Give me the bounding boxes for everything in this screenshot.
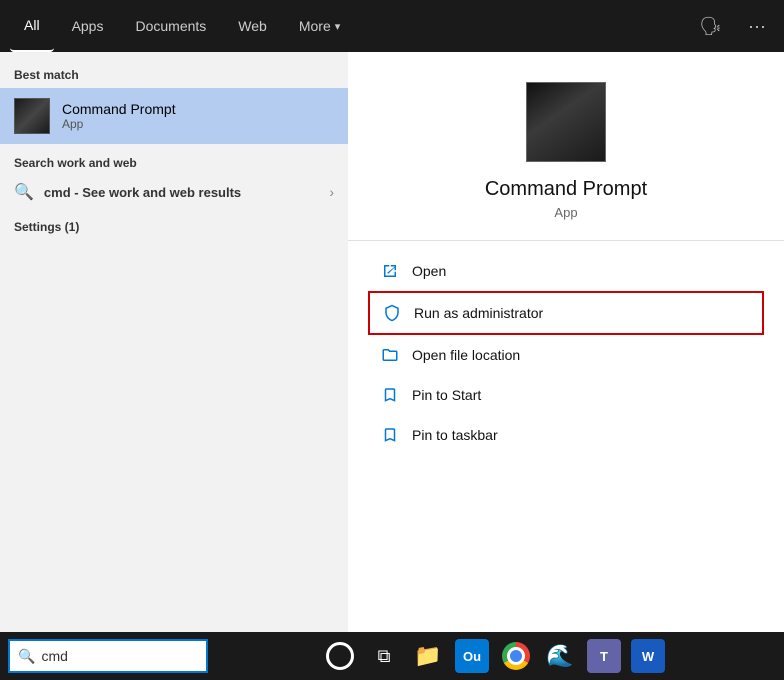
taskbar-search-icon: 🔍 bbox=[18, 648, 35, 665]
taskview-icon: ⧉ bbox=[378, 646, 391, 667]
search-work-label: Search work and web bbox=[0, 146, 348, 174]
right-panel: Command Prompt App Open Ru bbox=[348, 52, 784, 672]
tab-all[interactable]: All bbox=[10, 0, 54, 52]
open-icon bbox=[380, 261, 400, 281]
action-pin-taskbar[interactable]: Pin to taskbar bbox=[368, 415, 764, 455]
action-list: Open Run as administrator Open fil bbox=[348, 251, 784, 455]
divider bbox=[348, 240, 784, 241]
search-web-item[interactable]: 🔍 cmd - See work and web results › bbox=[0, 174, 348, 210]
edge-icon: 🌊 bbox=[546, 643, 573, 669]
taskbar-file-explorer[interactable]: 📁 bbox=[408, 636, 448, 676]
action-run-admin[interactable]: Run as administrator bbox=[368, 291, 764, 335]
teams-icon: T bbox=[587, 639, 621, 673]
tab-apps[interactable]: Apps bbox=[58, 0, 118, 52]
chrome-icon bbox=[502, 642, 530, 670]
chevron-down-icon: ▾ bbox=[335, 20, 341, 33]
best-match-text: Command Prompt App bbox=[62, 101, 176, 131]
tab-documents[interactable]: Documents bbox=[121, 0, 220, 52]
tab-more[interactable]: More ▾ bbox=[285, 0, 354, 52]
left-panel: Best match Command Prompt App Search wor… bbox=[0, 52, 348, 672]
taskbar-word[interactable]: W bbox=[628, 636, 668, 676]
taskbar-teams[interactable]: T bbox=[584, 636, 624, 676]
best-match-app-type: App bbox=[62, 117, 176, 131]
nav-right-icons: 🗣 ··· bbox=[691, 12, 774, 41]
admin-icon bbox=[382, 303, 402, 323]
action-open-label: Open bbox=[412, 263, 446, 279]
app-title: Command Prompt bbox=[485, 178, 647, 201]
person-icon[interactable]: 🗣 bbox=[691, 12, 730, 41]
search-icon: 🔍 bbox=[14, 182, 34, 202]
taskbar-taskview-button[interactable]: ⧉ bbox=[364, 636, 404, 676]
action-pin-start-label: Pin to Start bbox=[412, 387, 481, 403]
ellipsis-icon[interactable]: ··· bbox=[740, 12, 774, 41]
tab-web[interactable]: Web bbox=[224, 0, 281, 52]
action-pin-start[interactable]: Pin to Start bbox=[368, 375, 764, 415]
action-run-admin-label: Run as administrator bbox=[414, 305, 543, 321]
top-navigation: All Apps Documents Web More ▾ 🗣 ··· bbox=[0, 0, 784, 52]
action-pin-taskbar-label: Pin to taskbar bbox=[412, 427, 498, 443]
best-match-item[interactable]: Command Prompt App bbox=[0, 88, 348, 144]
file-explorer-icon: 📁 bbox=[414, 643, 441, 669]
file-location-icon bbox=[380, 345, 400, 365]
pin-start-icon bbox=[380, 385, 400, 405]
start-icon bbox=[326, 642, 354, 670]
taskbar-search-box[interactable]: 🔍 cmd bbox=[8, 639, 208, 673]
pin-taskbar-icon bbox=[380, 425, 400, 445]
taskbar: 🔍 cmd ⧉ 📁 Ou 🌊 T bbox=[0, 632, 784, 680]
taskbar-start-button[interactable] bbox=[320, 636, 360, 676]
command-prompt-icon bbox=[14, 98, 50, 134]
chevron-right-icon: › bbox=[329, 184, 334, 200]
search-web-text: cmd - See work and web results bbox=[44, 185, 241, 200]
app-subtitle: App bbox=[554, 205, 577, 220]
word-icon: W bbox=[631, 639, 665, 673]
outlook-icon: Ou bbox=[455, 639, 489, 673]
settings-label: Settings (1) bbox=[0, 210, 348, 238]
app-icon-large bbox=[526, 82, 606, 162]
best-match-app-name: Command Prompt bbox=[62, 101, 176, 117]
action-open[interactable]: Open bbox=[368, 251, 764, 291]
action-open-file[interactable]: Open file location bbox=[368, 335, 764, 375]
taskbar-edge[interactable]: 🌊 bbox=[540, 636, 580, 676]
action-open-file-label: Open file location bbox=[412, 347, 520, 363]
taskbar-search-text: cmd bbox=[41, 648, 67, 664]
best-match-label: Best match bbox=[0, 62, 348, 86]
taskbar-outlook[interactable]: Ou bbox=[452, 636, 492, 676]
taskbar-app-tray: ⧉ 📁 Ou 🌊 T W bbox=[212, 636, 776, 676]
main-area: Best match Command Prompt App Search wor… bbox=[0, 52, 784, 672]
taskbar-chrome[interactable] bbox=[496, 636, 536, 676]
